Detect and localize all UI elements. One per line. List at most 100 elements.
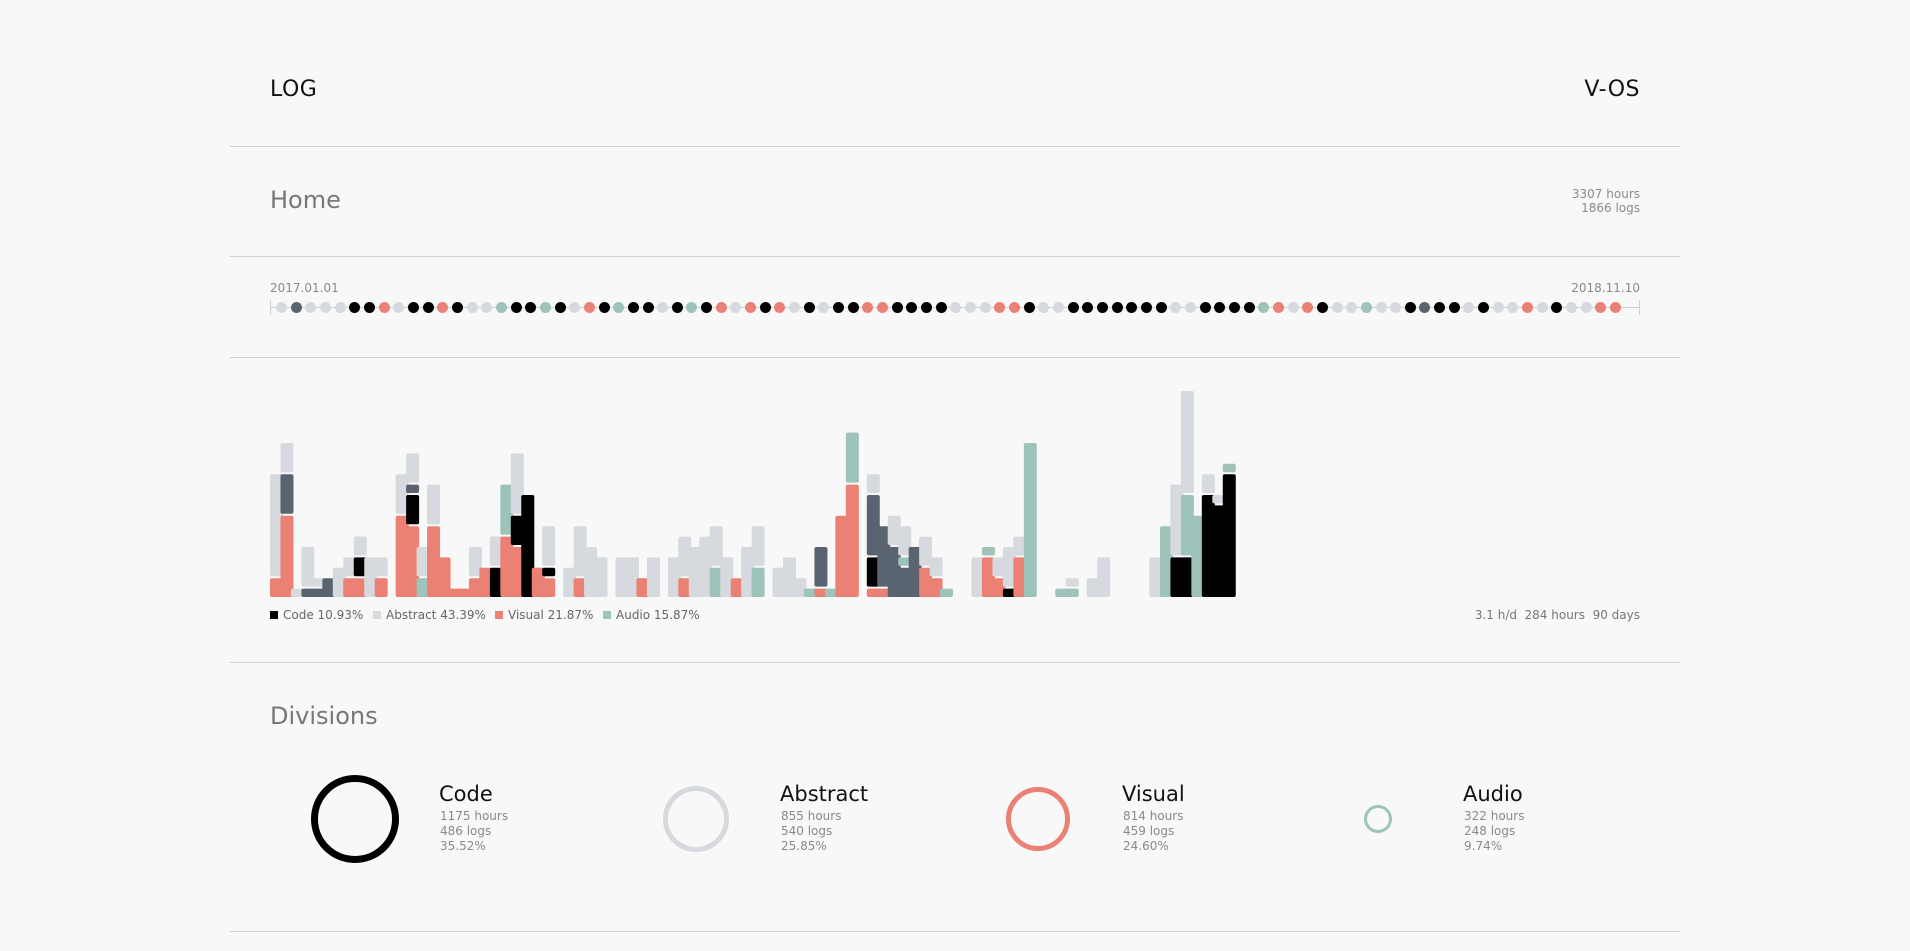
timeline-dot-visual[interactable]: [378, 302, 390, 313]
timeline-dot-audio[interactable]: [539, 302, 551, 313]
timeline-dot-visual[interactable]: [715, 302, 727, 313]
timeline-dot-abstract[interactable]: [1507, 302, 1519, 313]
timeline-dot-code[interactable]: [935, 302, 947, 313]
timeline-dot-audio[interactable]: [1258, 302, 1270, 313]
timeline-dot-code[interactable]: [847, 302, 859, 313]
timeline-dot-code[interactable]: [906, 302, 918, 313]
timeline-dot-code[interactable]: [759, 302, 771, 313]
timeline-dot-abstract[interactable]: [1331, 302, 1343, 313]
timeline-dot-code[interactable]: [1082, 302, 1094, 313]
timeline-start-date: 2017.01.01: [270, 281, 339, 295]
timeline-dot-abstract[interactable]: [965, 302, 977, 313]
timeline-dot-code[interactable]: [1023, 302, 1035, 313]
timeline-dot-code[interactable]: [598, 302, 610, 313]
timeline-dot-code[interactable]: [1434, 302, 1446, 313]
timeline-dot-abstract[interactable]: [1052, 302, 1064, 313]
timeline-dot-visual[interactable]: [583, 302, 595, 313]
timeline-dot-code[interactable]: [1478, 302, 1490, 313]
timeline-dot-code[interactable]: [701, 302, 713, 313]
timeline-dot-code[interactable]: [422, 302, 434, 313]
timeline-dot-abstract[interactable]: [1346, 302, 1358, 313]
timeline-dot-abstract[interactable]: [1492, 302, 1504, 313]
timeline-dot-abstract[interactable]: [818, 302, 830, 313]
timeline-dot-abstract[interactable]: [305, 302, 317, 313]
timeline-dot-abstract[interactable]: [1375, 302, 1387, 313]
timeline-dot-abstract[interactable]: [569, 302, 581, 313]
timeline-dot-abstract[interactable]: [481, 302, 493, 313]
timeline-dot-code[interactable]: [407, 302, 419, 313]
timeline-dot-abstract[interactable]: [1566, 302, 1578, 313]
timeline-dot-abstract[interactable]: [657, 302, 669, 313]
timeline-dot-code[interactable]: [1316, 302, 1328, 313]
timeline-dot-abstract[interactable]: [393, 302, 405, 313]
timeline-dot-code[interactable]: [554, 302, 566, 313]
bar-segment-code: [866, 557, 880, 587]
timeline-dot-abstract[interactable]: [979, 302, 991, 313]
timeline-dot-code[interactable]: [1140, 302, 1152, 313]
timeline-dot-abstract[interactable]: [1287, 302, 1299, 313]
timeline-dot-code[interactable]: [1448, 302, 1460, 313]
timeline-dot-audio[interactable]: [686, 302, 698, 313]
timeline-dot-code[interactable]: [363, 302, 375, 313]
timeline-dot-code[interactable]: [451, 302, 463, 313]
timeline-dot-code[interactable]: [1404, 302, 1416, 313]
timeline-dot-visual[interactable]: [1272, 302, 1284, 313]
timeline-dot-abstract[interactable]: [1536, 302, 1548, 313]
timeline-dot-visual[interactable]: [1610, 302, 1622, 313]
timeline-dot-other[interactable]: [1419, 302, 1431, 313]
timeline-dot-other[interactable]: [290, 302, 302, 313]
timeline-dot-abstract[interactable]: [1038, 302, 1050, 313]
timeline-dot-abstract[interactable]: [1184, 302, 1196, 313]
timeline-dot-abstract[interactable]: [789, 302, 801, 313]
timeline-dot-code[interactable]: [1126, 302, 1138, 313]
timeline-dot-audio[interactable]: [613, 302, 625, 313]
bar-segment-other: [814, 547, 828, 587]
timeline-dot-code[interactable]: [1551, 302, 1563, 313]
timeline-dot-visual[interactable]: [774, 302, 786, 313]
timeline-dot-visual[interactable]: [1009, 302, 1020, 313]
timeline-dot-code[interactable]: [891, 302, 903, 313]
timeline-dot-code[interactable]: [1067, 302, 1079, 313]
bar-segment-abstract: [364, 557, 378, 597]
timeline-dot-code[interactable]: [349, 302, 361, 313]
timeline-dot-visual[interactable]: [1522, 302, 1534, 313]
timeline-dot-visual[interactable]: [745, 302, 757, 313]
timeline-dot-abstract[interactable]: [276, 302, 287, 313]
timeline-dot-code[interactable]: [1243, 302, 1255, 313]
timeline-dot-code[interactable]: [642, 302, 654, 313]
timeline-dot-abstract[interactable]: [319, 302, 331, 313]
timeline-dot-code[interactable]: [1228, 302, 1240, 313]
timeline-dot-abstract[interactable]: [730, 302, 742, 313]
timeline-dot-code[interactable]: [1214, 302, 1226, 313]
timeline-dot-code[interactable]: [833, 302, 845, 313]
timeline-dot-code[interactable]: [1155, 302, 1167, 313]
timeline-dot-code[interactable]: [803, 302, 815, 313]
timeline-dot-code[interactable]: [1111, 302, 1123, 313]
bar-segment-abstract: [688, 547, 702, 597]
bar-segment-code: [542, 567, 556, 577]
timeline-dot-audio[interactable]: [495, 302, 507, 313]
timeline-dot-abstract[interactable]: [1580, 302, 1592, 313]
timeline-dot-visual[interactable]: [877, 302, 889, 313]
bar-segment-abstract: [290, 588, 304, 597]
timeline-dot-visual[interactable]: [994, 302, 1006, 313]
timeline-dot-abstract[interactable]: [950, 302, 962, 313]
timeline-dot-code[interactable]: [671, 302, 683, 313]
timeline-dot-visual[interactable]: [862, 302, 874, 313]
timeline-dot-abstract[interactable]: [1390, 302, 1402, 313]
timeline-dot-code[interactable]: [510, 302, 522, 313]
bar-segment-abstract: [919, 536, 933, 566]
timeline-dot-code[interactable]: [921, 302, 933, 313]
timeline-dot-code[interactable]: [1199, 302, 1211, 313]
timeline-dot-code[interactable]: [1096, 302, 1108, 313]
timeline-dot-abstract[interactable]: [1170, 302, 1182, 313]
timeline-dot-audio[interactable]: [1360, 302, 1372, 313]
timeline-dot-abstract[interactable]: [466, 302, 478, 313]
timeline-dot-code[interactable]: [627, 302, 639, 313]
timeline-dot-abstract[interactable]: [1463, 302, 1475, 313]
timeline-dot-abstract[interactable]: [334, 302, 346, 313]
timeline-dot-visual[interactable]: [1302, 302, 1314, 313]
timeline-dot-visual[interactable]: [437, 302, 449, 313]
timeline-dot-visual[interactable]: [1595, 302, 1607, 313]
timeline-dot-code[interactable]: [525, 302, 537, 313]
